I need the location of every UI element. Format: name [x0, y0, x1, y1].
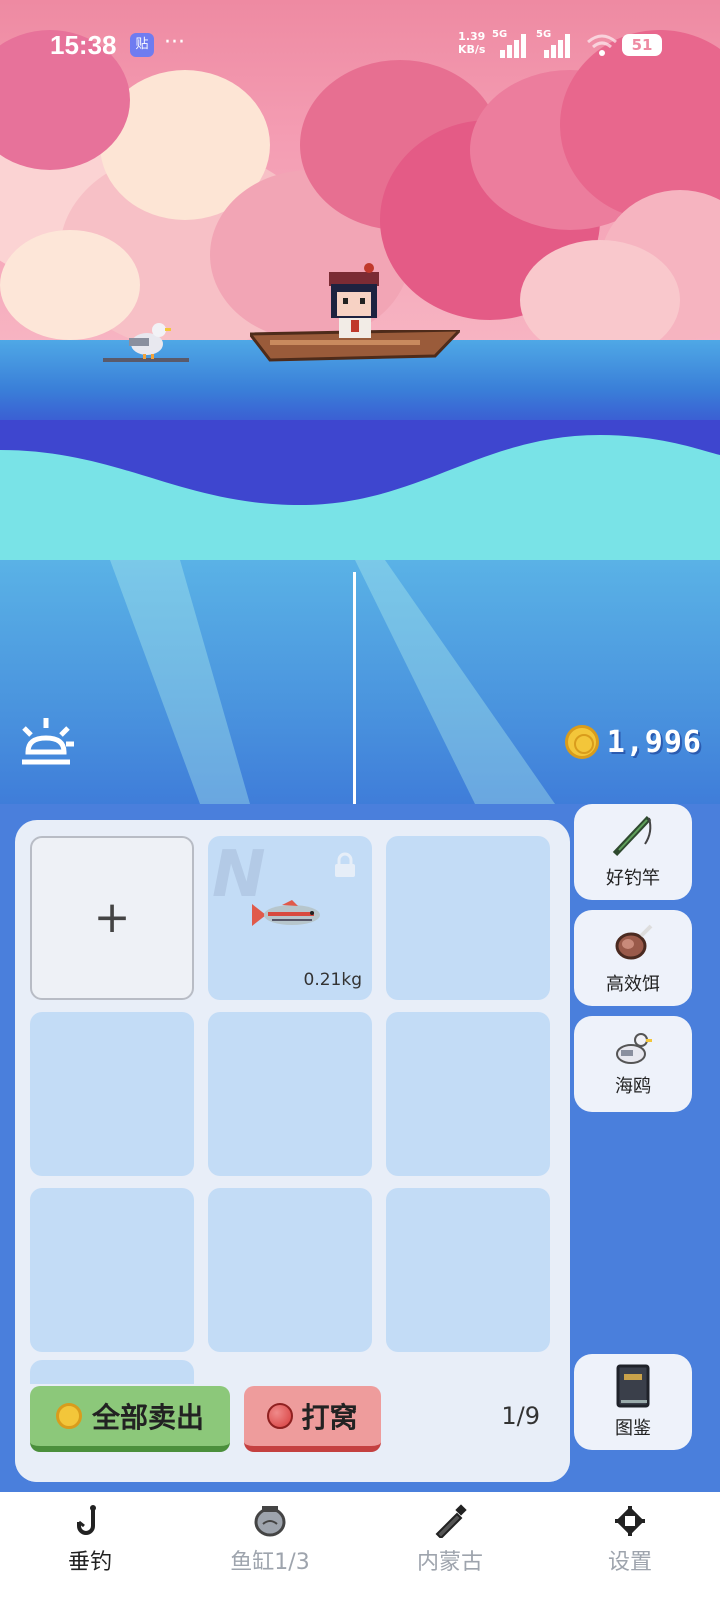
efficient-bait-button[interactable]: 高效饵: [574, 910, 692, 1006]
fisher-sprite: [329, 263, 379, 338]
fish-slot[interactable]: N 0.21kg: [208, 836, 372, 1000]
coin-count: 1,996: [606, 724, 702, 760]
encyclopedia-label: 图鉴: [615, 1418, 651, 1439]
app-badge-icon: 贴: [130, 33, 154, 57]
fish-tank-icon: [254, 1506, 286, 1537]
good-rod-button[interactable]: 好钓竿: [574, 804, 692, 900]
signal-icon: 5G: [536, 29, 574, 58]
seagull-button[interactable]: 海鸥: [574, 1016, 692, 1112]
plus-icon: +: [93, 892, 131, 943]
bait-icon: [267, 1403, 294, 1429]
fish-icon: [252, 900, 320, 926]
signal-icon: 5G: [492, 29, 530, 58]
tab-label: 内蒙古: [416, 1550, 483, 1575]
tab-settings[interactable]: 设置: [540, 1492, 720, 1600]
status-bar: 15:38 贴 ··· 1.39 KB/s 5G 5G 51: [0, 0, 720, 90]
good-rod-label: 好钓竿: [606, 868, 660, 889]
fishing-rod-icon: [612, 815, 652, 857]
fish-inventory: + N 0.21kg 全部卖出 打窝 1/9: [15, 820, 570, 1482]
chum-bait-label: 打窝: [301, 1401, 358, 1434]
seagull-sprite[interactable]: [103, 318, 189, 366]
bottom-tab-bar: 垂钓 鱼缸1/3 内蒙古 设置: [0, 1492, 720, 1600]
efficient-bait-label: 高效饵: [606, 974, 660, 995]
fishing-scene[interactable]: 15:38 贴 ··· 1.39 KB/s 5G 5G 51 1,996: [0, 0, 720, 804]
bottle-icon: [435, 1504, 467, 1538]
add-slot-button[interactable]: +: [30, 836, 194, 1000]
bottom-panel: + N 0.21kg 全部卖出 打窝 1/9 好钓竿 高效饵 海鸥 图鉴: [0, 804, 720, 1492]
tab-label: 鱼缸1/3: [230, 1550, 310, 1575]
sell-all-label: 全部卖出: [91, 1401, 204, 1434]
tab-label: 垂钓: [67, 1550, 112, 1575]
light-beam: [355, 560, 555, 804]
encyclopedia-button[interactable]: 图鉴: [574, 1354, 692, 1450]
tab-inner-mongolia[interactable]: 内蒙古: [360, 1492, 540, 1600]
wave: [0, 435, 720, 580]
hook-icon: [77, 1505, 96, 1535]
inventory-grid: + N 0.21kg: [30, 836, 550, 1352]
lock-icon[interactable]: [332, 852, 358, 878]
network-speed: 1.39 KB/s: [458, 30, 486, 56]
meat-bait-icon: [615, 924, 653, 960]
light-beam: [110, 560, 250, 804]
tab-label: 设置: [607, 1550, 652, 1575]
sun-icon[interactable]: [18, 714, 74, 770]
settings-icon: [615, 1506, 645, 1536]
empty-slot[interactable]: [208, 1188, 372, 1352]
empty-slot[interactable]: [386, 836, 550, 1000]
empty-slot[interactable]: [208, 1012, 372, 1176]
sell-all-button[interactable]: 全部卖出: [30, 1386, 230, 1452]
status-time: 15:38: [50, 30, 117, 60]
chum-bait-button[interactable]: 打窝: [244, 1386, 381, 1452]
action-row: 全部卖出 打窝 1/9: [15, 1384, 570, 1482]
book-icon: [616, 1364, 650, 1408]
tab-fish-tank[interactable]: 鱼缸1/3: [180, 1492, 360, 1600]
coin-counter: 1,996: [564, 722, 702, 762]
empty-slot[interactable]: [386, 1188, 550, 1352]
coin-icon: [55, 1403, 82, 1429]
empty-slot[interactable]: [30, 1188, 194, 1352]
tab-fishing[interactable]: 垂钓: [0, 1492, 180, 1600]
battery-icon: 51: [622, 34, 662, 56]
wifi-icon: [587, 34, 617, 56]
seagull-label: 海鸥: [615, 1076, 651, 1097]
coin-icon: [564, 725, 599, 759]
empty-slot[interactable]: [386, 1012, 550, 1176]
empty-slot[interactable]: [30, 1012, 194, 1176]
page-indicator: 1/9: [501, 1402, 540, 1430]
fishing-line: [353, 572, 356, 804]
more-notifications: ···: [164, 30, 185, 55]
seagull-icon: [616, 1033, 652, 1064]
fish-weight: 0.21kg: [303, 970, 363, 990]
